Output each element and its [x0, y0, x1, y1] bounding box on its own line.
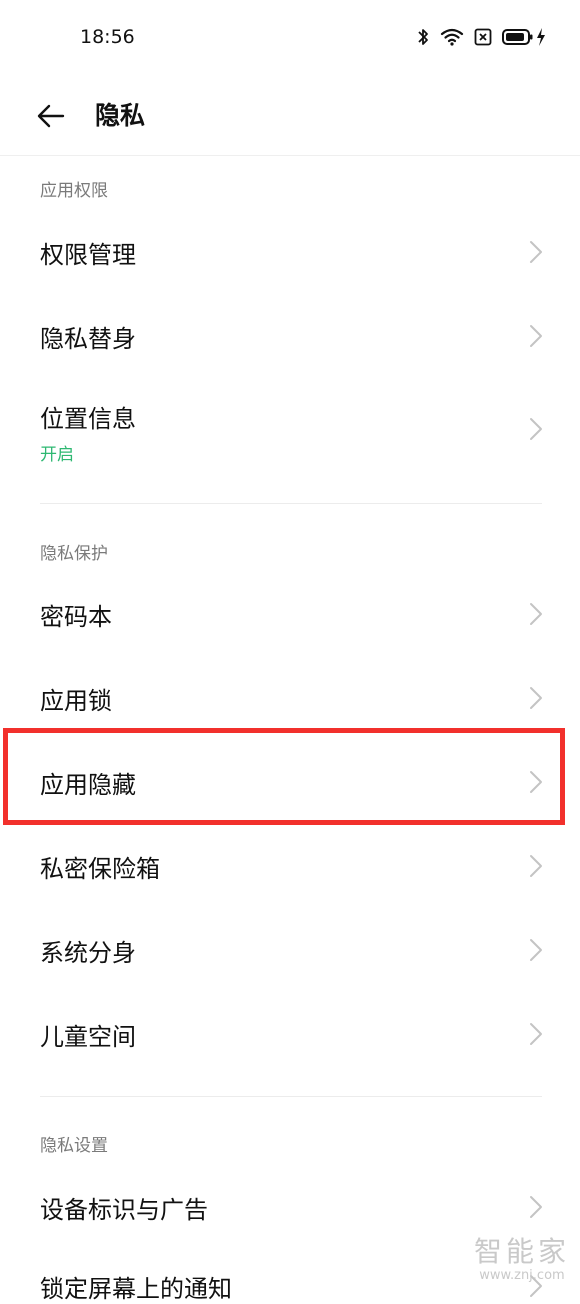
menu-item-privacy-avatar[interactable]: 隐私替身: [0, 294, 580, 378]
wifi-icon: [440, 28, 464, 46]
menu-item-permission-management[interactable]: 权限管理: [0, 210, 580, 294]
location-status: 开启: [40, 445, 74, 465]
menu-item-label: 系统分身: [40, 939, 136, 967]
menu-item-app-lock[interactable]: 应用锁: [0, 656, 580, 740]
section-header-privacy-protection: 隐私保护: [40, 544, 108, 564]
menu-item-kids-space[interactable]: 儿童空间: [0, 992, 580, 1076]
menu-item-label: 密码本: [40, 603, 112, 631]
page-title: 隐私: [95, 101, 146, 130]
charging-icon: [537, 28, 545, 46]
chevron-right-icon: [530, 687, 542, 709]
menu-item-label: 位置信息: [40, 405, 136, 433]
back-button[interactable]: [30, 100, 70, 132]
menu-item-label: 应用锁: [40, 687, 112, 715]
menu-item-private-safe[interactable]: 私密保险箱: [0, 824, 580, 908]
header-bar: 隐私: [0, 78, 580, 156]
menu-item-label: 隐私替身: [40, 325, 136, 353]
chevron-right-icon: [530, 855, 542, 877]
chevron-right-icon: [530, 1275, 542, 1297]
section-divider: [40, 1096, 542, 1097]
menu-item-system-clone[interactable]: 系统分身: [0, 908, 580, 992]
chevron-right-icon: [530, 325, 542, 347]
status-icons: [416, 27, 546, 47]
status-time: 18:56: [80, 26, 135, 48]
menu-item-app-hide[interactable]: 应用隐藏: [0, 740, 580, 824]
chevron-right-icon: [530, 603, 542, 625]
sim-absent-icon: [474, 28, 492, 46]
menu-item-device-id-ads[interactable]: 设备标识与广告: [0, 1165, 580, 1249]
chevron-right-icon: [530, 939, 542, 961]
menu-item-lockscreen-notifications[interactable]: 锁定屏幕上的通知: [0, 1249, 580, 1303]
menu-item-label: 私密保险箱: [40, 855, 160, 883]
menu-item-label: 设备标识与广告: [40, 1196, 208, 1224]
chevron-right-icon: [530, 771, 542, 793]
bluetooth-icon: [418, 29, 428, 45]
menu-item-label: 儿童空间: [40, 1023, 136, 1051]
menu-item-location[interactable]: 位置信息 开启: [0, 378, 580, 482]
chevron-right-icon: [530, 418, 542, 440]
battery-icon: [502, 29, 533, 45]
arrow-left-icon: [37, 104, 65, 128]
menu-item-password-book[interactable]: 密码本: [0, 572, 580, 656]
chevron-right-icon: [530, 1196, 542, 1218]
section-divider: [40, 503, 542, 504]
section-header-privacy-settings: 隐私设置: [40, 1136, 108, 1156]
menu-item-label: 权限管理: [40, 241, 136, 269]
section-header-app-permissions: 应用权限: [40, 181, 108, 201]
chevron-right-icon: [530, 1023, 542, 1045]
menu-item-label: 应用隐藏: [40, 771, 136, 799]
status-bar: 18:56: [0, 0, 580, 78]
menu-item-label: 锁定屏幕上的通知: [40, 1275, 232, 1303]
chevron-right-icon: [530, 241, 542, 263]
